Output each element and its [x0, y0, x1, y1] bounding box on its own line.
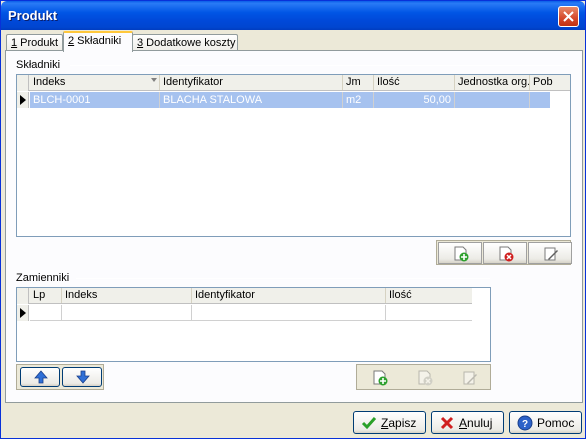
current-row-arrow-icon — [20, 95, 26, 105]
cell-pob — [530, 92, 550, 108]
save-button[interactable]: Zapisz — [353, 411, 426, 434]
zamienniki-toolbar — [356, 364, 491, 390]
col-ilosc[interactable]: Ilość — [386, 288, 472, 303]
col-ilosc[interactable]: Ilość — [374, 75, 455, 90]
zamienniki-divider — [76, 278, 490, 279]
title-bar: Produkt — [1, 1, 585, 30]
tab-skladniki-label: Składniki — [74, 35, 122, 47]
cell-ilosc: 50,00 — [374, 92, 455, 108]
edit-icon — [463, 371, 477, 385]
edit-icon — [544, 247, 558, 261]
col-indeks[interactable]: Indeks — [62, 288, 192, 303]
cell-identyfikator — [192, 305, 386, 321]
col-pob[interactable]: Pob — [530, 75, 553, 90]
table-row[interactable]: BLCH-0001 BLACHA STALOWA m2 50,00 — [30, 92, 550, 108]
window-title: Produkt — [8, 8, 58, 23]
zamienniki-grid-header: Lp Indeks Identyfikator Ilość — [17, 288, 472, 304]
tab-produkt-label: Produkt — [17, 37, 59, 49]
row-indicator — [17, 92, 29, 108]
tab-panel: Składniki Indeks Identyfikator Jm Ilość … — [5, 50, 583, 403]
add-icon — [454, 246, 469, 262]
col-jm[interactable]: Jm — [343, 75, 374, 90]
current-row-arrow-icon — [20, 308, 26, 318]
arrow-down-icon — [76, 370, 90, 384]
cell-jm: m2 — [343, 92, 374, 108]
cell-identyfikator: BLACHA STALOWA — [160, 92, 343, 108]
table-row[interactable] — [30, 305, 472, 321]
skladniki-divider — [70, 65, 570, 66]
cell-indeks: BLCH-0001 — [30, 92, 160, 108]
cancel-accel: A — [459, 416, 468, 430]
close-button[interactable] — [558, 6, 579, 27]
save-label: apisz — [388, 416, 417, 430]
cell-jednostka — [455, 92, 530, 108]
tab-dodatkowe-koszty-label: Dodatkowe koszty — [143, 37, 236, 49]
cell-indeks — [62, 305, 192, 321]
add-skladnik-button[interactable] — [438, 242, 482, 264]
skladniki-grid-header: Indeks Identyfikator Jm Ilość Jednostka … — [17, 75, 570, 91]
add-icon — [373, 370, 388, 386]
col-identyfikator[interactable]: Identyfikator — [160, 75, 343, 90]
edit-zamiennik-button[interactable] — [448, 367, 492, 389]
help-button[interactable]: ? Pomoc — [509, 411, 582, 434]
delete-skladnik-button[interactable] — [483, 242, 527, 264]
delete-icon — [499, 246, 514, 262]
cell-ilosc — [386, 305, 472, 321]
skladniki-group-label: Składniki — [16, 59, 64, 71]
move-up-button[interactable] — [20, 367, 60, 387]
move-toolbar — [16, 364, 104, 390]
skladniki-toolbar — [436, 240, 572, 265]
help-label: Pomoc — [537, 416, 575, 430]
cancel-label: nuluj — [467, 416, 493, 430]
cancel-button[interactable]: Anuluj — [431, 411, 504, 434]
arrow-up-icon — [34, 370, 48, 384]
col-indeks[interactable]: Indeks — [30, 75, 160, 90]
skladniki-grid[interactable]: Indeks Identyfikator Jm Ilość Jednostka … — [16, 74, 571, 237]
product-window: Produkt 1 Produkt 2 Składniki 3 Dodatkow… — [0, 0, 586, 439]
header-corner — [17, 288, 29, 304]
col-lp[interactable]: Lp — [30, 288, 62, 303]
zamienniki-group-label: Zamienniki — [16, 272, 73, 284]
row-indicator — [17, 305, 29, 321]
col-identyfikator[interactable]: Identyfikator — [192, 288, 386, 303]
tab-skladniki[interactable]: 2 Składniki — [63, 31, 133, 52]
sort-desc-icon — [151, 78, 157, 82]
help-icon: ? — [517, 415, 533, 431]
cell-lp — [30, 305, 62, 321]
header-corner — [17, 75, 29, 91]
add-zamiennik-button[interactable] — [358, 367, 402, 389]
edit-skladnik-button[interactable] — [528, 242, 572, 264]
check-icon — [361, 417, 377, 430]
close-icon — [563, 11, 574, 22]
svg-text:?: ? — [522, 419, 528, 430]
move-down-button[interactable] — [62, 367, 102, 387]
zamienniki-grid[interactable]: Lp Indeks Identyfikator Ilość — [16, 287, 491, 362]
col-jednostka-org[interactable]: Jednostka org. — [455, 75, 530, 90]
delete-icon — [418, 370, 433, 386]
cancel-x-icon — [440, 416, 454, 430]
delete-zamiennik-button[interactable] — [403, 367, 447, 389]
